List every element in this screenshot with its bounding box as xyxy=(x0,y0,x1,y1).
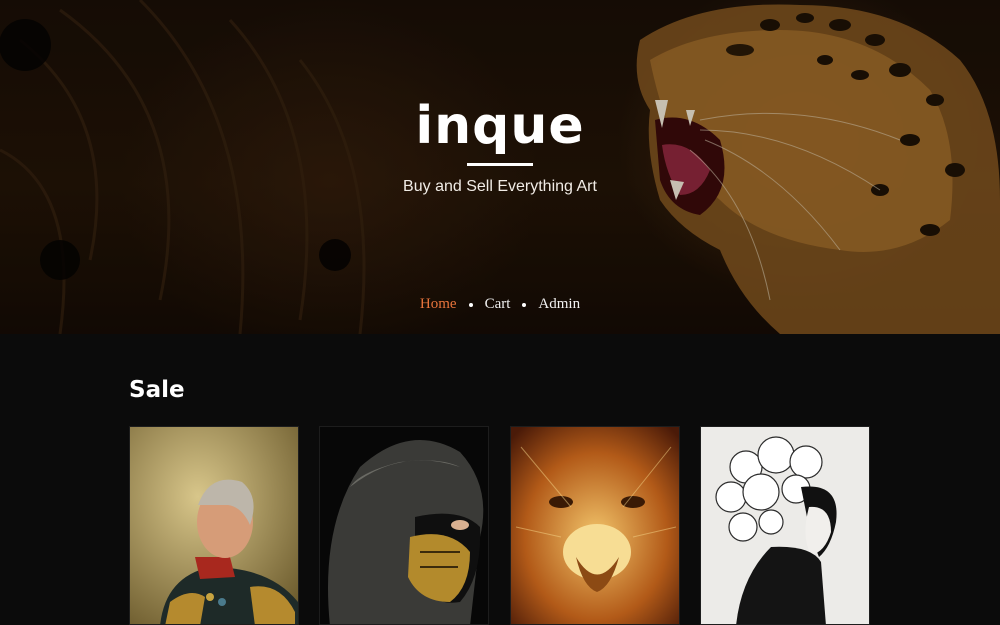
portrait-general-image xyxy=(130,427,298,624)
nav-admin-link[interactable]: Admin xyxy=(538,296,580,313)
golden-lion-image xyxy=(511,427,679,624)
nav-separator xyxy=(522,302,527,307)
sale-item-portrait[interactable] xyxy=(129,426,299,625)
sale-item-golden-lion[interactable] xyxy=(510,426,680,625)
site-tagline: Buy and Sell Everything Art xyxy=(403,178,597,195)
nav-home-link[interactable]: Home xyxy=(420,296,457,313)
sale-item-masked-warrior[interactable] xyxy=(319,426,489,625)
main-nav: Home Cart Admin xyxy=(0,296,1000,313)
nav-separator xyxy=(468,302,473,307)
hero-banner: inque Buy and Sell Everything Art Home C… xyxy=(0,0,1000,334)
sale-item-flower-woman[interactable] xyxy=(700,426,870,625)
logo-underline xyxy=(467,163,533,166)
sale-section-title: Sale xyxy=(129,377,185,403)
flower-woman-image xyxy=(701,427,869,624)
masked-warrior-image xyxy=(320,427,488,624)
hero-jaguar-artwork xyxy=(0,0,1000,334)
nav-cart-link[interactable]: Cart xyxy=(485,296,511,313)
site-logo[interactable]: inque xyxy=(0,96,1000,156)
